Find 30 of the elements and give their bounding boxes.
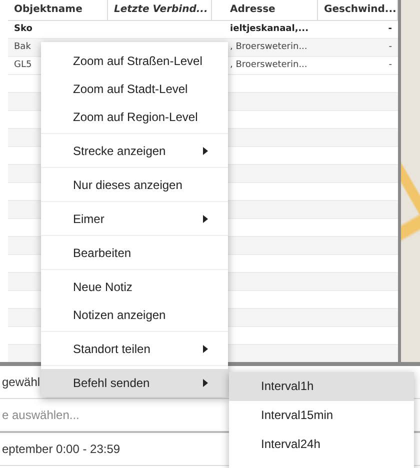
table-cell: - [388,24,392,34]
menu-item[interactable]: Neue Notiz [41,273,228,301]
submenu-item[interactable]: Interval1h [229,372,414,401]
menu-item[interactable]: Standort teilen [41,335,228,363]
column-header[interactable]: Objektname [8,0,108,20]
table-cell: Bak [14,42,31,52]
column-header[interactable]: Geschwind... [318,0,398,20]
column-header[interactable]: Adresse [212,0,318,20]
menu-item[interactable]: Strecke anzeigen [41,137,228,165]
menu-item[interactable]: Notizen anzeigen [41,301,228,329]
menu-item[interactable]: Nur dieses anzeigen [41,171,228,199]
panel-label: gewähl [2,375,40,389]
menu-item[interactable]: Zoom auf Region-Level [41,103,228,131]
column-header[interactable]: Letzte Verbind... [108,0,212,20]
menu-item[interactable]: Bearbeiten [41,239,228,267]
menu-item[interactable]: Zoom auf Stadt-Level [41,75,228,103]
table-cell: GL5 [14,60,32,70]
date-range: eptember 0:00 - 23:59 [2,442,120,456]
submenu-item[interactable]: Interval15min [229,401,414,430]
menu-item[interactable]: Befehl senden [41,369,228,397]
submenu-item[interactable]: Interval24h [229,430,414,459]
table-cell: ieltjeskanaal,... [230,24,308,34]
select-field[interactable]: e auswählen... [2,408,152,422]
table-cell: - [388,60,392,70]
table-cell: Sko [14,24,32,34]
table-cell: , Broersweterin... [230,60,308,70]
menu-item[interactable]: Eimer [41,205,228,233]
table-cell: - [388,42,392,52]
table-cell: , Broersweterin... [230,42,308,52]
menu-item[interactable]: Zoom auf Straßen-Level [41,47,228,75]
